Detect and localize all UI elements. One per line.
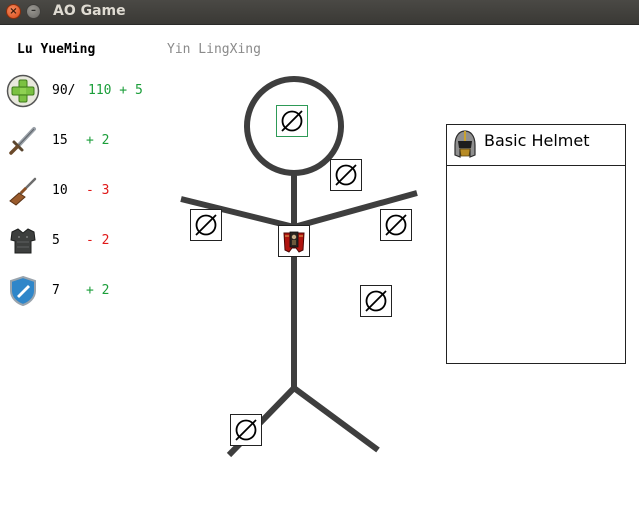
empty-slot-icon	[365, 290, 387, 312]
slot-torso[interactable]	[278, 225, 310, 257]
slot-head[interactable]	[276, 105, 308, 137]
slot-neck[interactable]	[330, 159, 362, 191]
empty-slot-icon	[195, 214, 217, 236]
empty-slot-icon	[235, 419, 257, 441]
empty-slot-icon	[281, 110, 303, 132]
red-armor-icon	[283, 231, 305, 253]
slot-right-hand[interactable]	[190, 209, 222, 241]
empty-slot-icon	[335, 164, 357, 186]
item-description-area	[447, 166, 625, 364]
helmet-icon	[454, 130, 476, 158]
empty-slot-icon	[385, 214, 407, 236]
slot-belt[interactable]	[360, 285, 392, 317]
slot-feet[interactable]	[230, 414, 262, 446]
item-details-panel: Basic Helmet	[446, 124, 626, 364]
item-name: Basic Helmet	[484, 131, 590, 150]
slot-left-hand[interactable]	[380, 209, 412, 241]
item-header[interactable]: Basic Helmet	[447, 125, 625, 166]
